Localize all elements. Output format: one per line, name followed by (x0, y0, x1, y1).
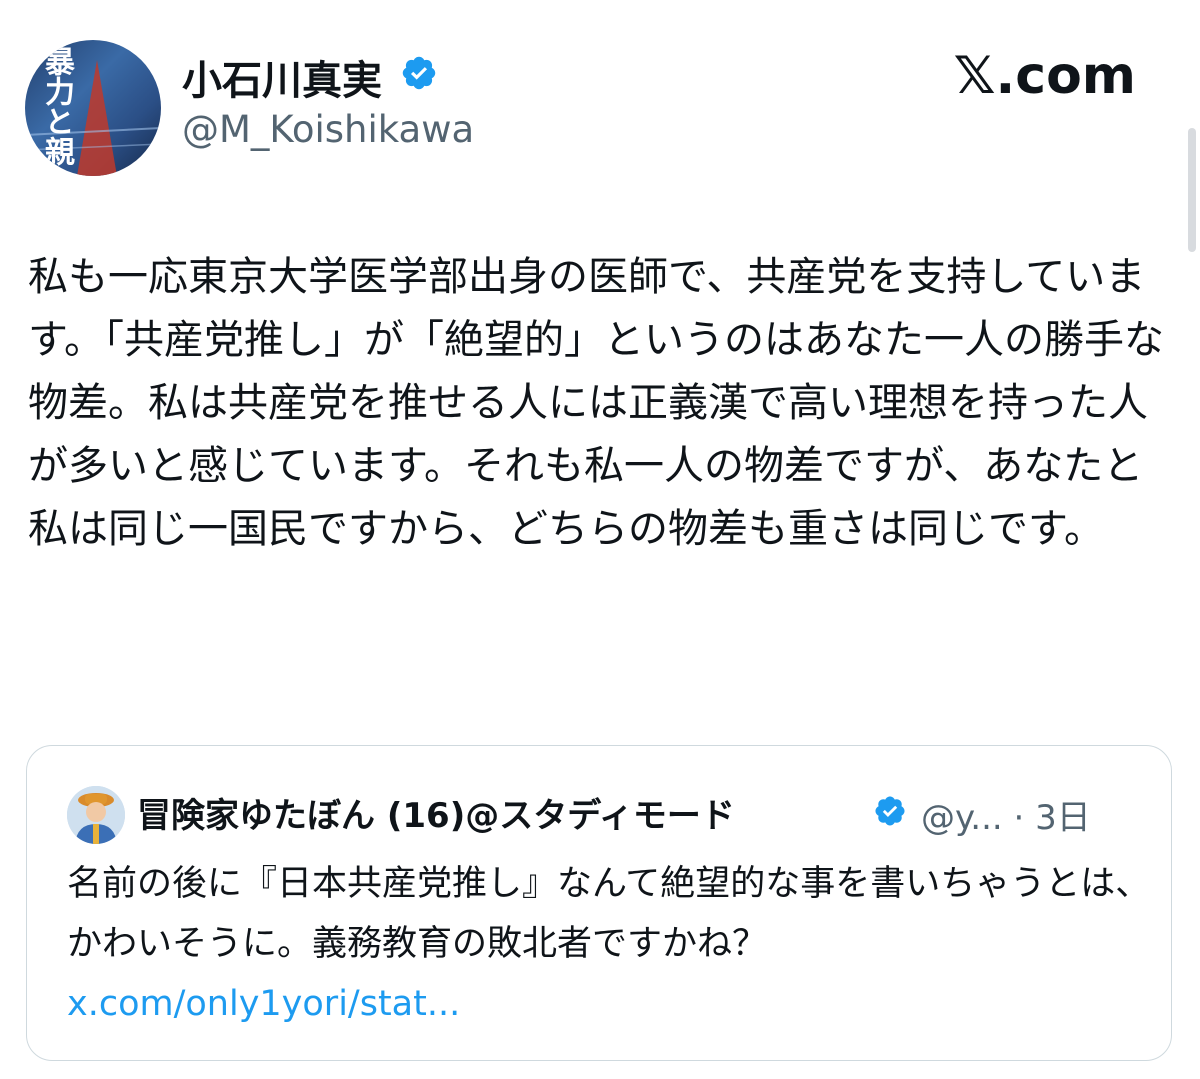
tweet-text: 私も一応東京大学医学部出身の医師で、共産党を支持しています。「共産党推し」が「絶… (28, 254, 1164, 552)
author-avatar[interactable]: 暴力と親 (25, 40, 161, 176)
verified-badge-icon (875, 796, 905, 826)
person-avatar-icon (67, 786, 125, 844)
quoted-author-name[interactable]: 冒険家ゆたぼん (16)@スタディモード (137, 788, 735, 837)
quoted-handle-timestamp[interactable]: @y... · 3日 (921, 790, 1091, 839)
quoted-tweet-card[interactable]: 冒険家ゆたぼん (16)@スタディモード @y... · 3日 名前の後に『日本… (26, 745, 1172, 1061)
author-handle[interactable]: @M_Koishikawa (182, 108, 474, 151)
avatar-cover-title: 暴力と親 (39, 46, 74, 166)
brand-logo: 𝕏.com (953, 46, 1136, 106)
quoted-tweet-body: 名前の後に『日本共産党推し』なんて絶望的な事を書いちゃうとは、かわいそうに。義務… (67, 864, 1151, 964)
quoted-tweet-link[interactable]: x.com/only1yori/stat... (67, 984, 460, 1024)
author-name[interactable]: 小石川真実 (182, 48, 382, 106)
verified-badge-icon (402, 56, 436, 90)
scrollbar[interactable] (1188, 128, 1196, 252)
quoted-author-avatar[interactable] (67, 786, 125, 844)
quoted-tweet-text: 名前の後に『日本共産党推し』なんて絶望的な事を書いちゃうとは、かわいそうに。義務… (67, 854, 1157, 1034)
